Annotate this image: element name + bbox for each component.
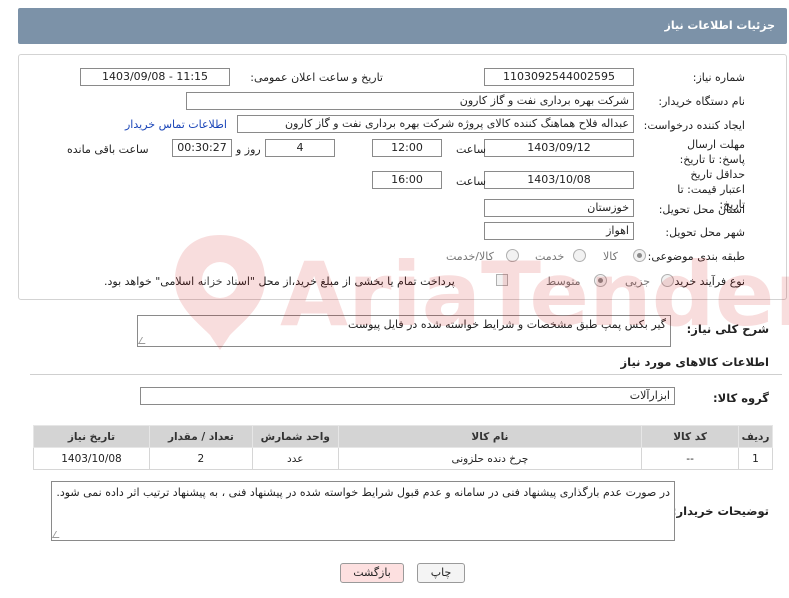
table-row: 1 -- چرخ دنده حلزونی عدد 2 1403/10/08 [33,447,773,470]
page-title: جزئیات اطلاعات نیاز [664,19,776,32]
process-label: نوع فرآیند خرید : [667,275,745,288]
process-radio-partial[interactable] [661,274,674,287]
col-item-name: نام کالا [337,425,643,448]
goods-group-field: ابزارآلات [140,387,675,405]
need-number-label: شماره نیاز: [692,71,745,84]
cell-item-name: چرخ دنده حلزونی [337,447,643,470]
category-option-goods-service: کالا/خدمت [446,250,494,263]
creator-label: ایجاد کننده درخواست: [643,119,745,132]
print-button[interactable]: چاپ [417,563,465,583]
process-option-partial: جزیی [625,275,651,288]
buyer-notes-textarea[interactable]: در صورت عدم بارگذاری پیشنهاد فنی در ساما… [51,481,675,541]
creator-field: عبداله فلاح هماهنگ کننده کالای پروژه شرک… [237,115,634,133]
province-field: خوزستان [484,199,634,217]
col-unit: واحد شمارش [251,425,339,448]
category-option-service: خدمت [535,250,565,263]
treasury-payment-note: پرداخت تمام یا بخشی از مبلغ خرید،از محل … [104,275,455,288]
process-radio-medium[interactable] [594,274,607,287]
days-remaining-field: 4 [265,139,335,157]
city-field: اهواز [484,222,634,240]
col-item-code: کد کالا [641,425,740,448]
goods-table-wrapper: ردیف کد کالا نام کالا واحد شمارش تعداد /… [33,425,773,470]
back-button[interactable]: بازگشت [340,563,404,583]
cell-need-date: 1403/10/08 [33,447,150,470]
cell-row-number: 1 [738,447,773,470]
need-number-field: 1103092544002595 [484,68,634,86]
process-option-medium: متوسط [546,275,581,288]
category-option-goods: کالا [603,250,618,263]
deadline-time-field: 12:00 [372,139,442,157]
col-row-number: ردیف [738,425,773,448]
description-label: شرح کلی نیاز: [686,322,769,336]
category-radio-service[interactable] [573,249,586,262]
deadline-date-field: 1403/09/12 [484,139,634,157]
table-header-row: ردیف کد کالا نام کالا واحد شمارش تعداد /… [33,425,773,448]
treasury-payment-checkbox[interactable] [496,274,508,286]
deadline-time-label: ساعت [456,143,486,156]
validity-time-label: ساعت [456,175,486,188]
buyer-notes-label: توضیحات خریدار: [671,504,769,518]
remaining-time-label: ساعت باقی مانده [67,143,149,156]
goods-table: ردیف کد کالا نام کالا واحد شمارش تعداد /… [33,425,773,470]
days-label: روز و [236,143,261,156]
description-textarea[interactable]: گیر بکس پمپ طبق مشخصات و شرایط خواسته شد… [137,315,671,347]
city-label: شهر محل تحویل: [665,226,745,239]
category-label: طبقه بندی موضوعی: [647,250,745,263]
remaining-time-field: 00:30:27 [172,139,232,157]
deadline-label: مهلت ارسال پاسخ: تا تاریخ: [679,138,745,166]
cell-unit: عدد [251,447,339,470]
cell-item-code: -- [641,447,740,470]
category-radio-goods[interactable] [633,249,646,262]
page-header: جزئیات اطلاعات نیاز [18,8,787,44]
province-label: استان محل تحویل: [658,203,745,216]
announce-date-field: 1403/09/08 - 11:15 [80,68,230,86]
buyer-label: نام دستگاه خریدار: [658,95,745,108]
buyer-contact-link[interactable]: اطلاعات تماس خریدار [125,118,227,131]
col-need-date: تاریخ نیاز [33,425,150,448]
announce-date-label: تاریخ و ساعت اعلان عمومی: [250,71,383,84]
buyer-field: شرکت بهره برداری نفت و گاز کارون [186,92,634,110]
goods-group-label: گروه کالا: [713,391,769,405]
goods-section-title: اطلاعات کالاهای مورد نیاز [620,355,769,369]
cell-quantity: 2 [148,447,253,470]
validity-time-field: 16:00 [372,171,442,189]
col-quantity: تعداد / مقدار [148,425,253,448]
category-radio-goods-service[interactable] [506,249,519,262]
validity-date-field: 1403/10/08 [484,171,634,189]
section-divider [30,374,782,375]
